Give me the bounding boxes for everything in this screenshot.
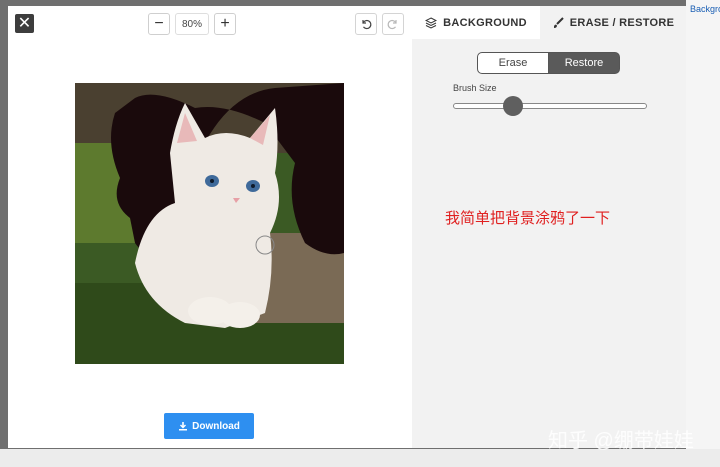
download-label: Download xyxy=(192,420,240,432)
settings-panel: BACKGROUND ERASE / RESTORE Erase Restore… xyxy=(412,6,686,448)
mode-toggle: Erase Restore xyxy=(477,52,620,74)
watermark: 知乎 @绷带娃娃 xyxy=(548,430,694,452)
brush-size-label: Brush Size xyxy=(453,83,497,93)
tab-background[interactable]: BACKGROUND xyxy=(412,6,540,39)
tab-erase-restore-label: ERASE / RESTORE xyxy=(569,16,675,29)
editing-canvas[interactable] xyxy=(75,83,344,364)
undo-button[interactable] xyxy=(355,13,377,35)
zoom-out-button[interactable]: − xyxy=(148,13,170,35)
download-button[interactable]: Download xyxy=(164,413,254,439)
tab-background-label: BACKGROUND xyxy=(443,16,527,29)
brush-size-slider-track[interactable] xyxy=(453,103,647,109)
redo-button[interactable] xyxy=(382,13,404,35)
zoom-controls: − 80% + xyxy=(148,13,236,35)
brush-size-slider-thumb[interactable] xyxy=(502,96,523,116)
erase-mode-button[interactable]: Erase xyxy=(477,52,549,74)
undo-icon xyxy=(362,19,372,30)
zoom-in-button[interactable]: + xyxy=(214,13,236,35)
kitten-photo xyxy=(75,83,344,364)
background-page-right: Backgro xyxy=(686,0,720,449)
redo-icon xyxy=(387,19,397,30)
restore-mode-button[interactable]: Restore xyxy=(549,52,620,74)
annotation-text: 我简单把背景涂鸦了一下 xyxy=(445,210,611,227)
background-page-text: Backgro xyxy=(690,4,720,14)
close-button[interactable]: ✕ xyxy=(15,14,34,33)
plus-icon: + xyxy=(220,15,230,32)
download-icon xyxy=(179,422,188,431)
zoom-level: 80% xyxy=(175,13,209,35)
history-controls xyxy=(355,13,404,35)
brush-icon xyxy=(553,16,564,28)
minus-icon: − xyxy=(154,15,164,32)
layers-icon xyxy=(425,16,438,29)
image-editor-dialog: ✕ − 80% + Download BACKGROUND ERASE / RE… xyxy=(8,6,686,448)
tab-erase-restore[interactable]: ERASE / RESTORE xyxy=(540,6,686,39)
close-icon: ✕ xyxy=(17,14,32,32)
panel-tabs: BACKGROUND ERASE / RESTORE xyxy=(412,6,686,39)
